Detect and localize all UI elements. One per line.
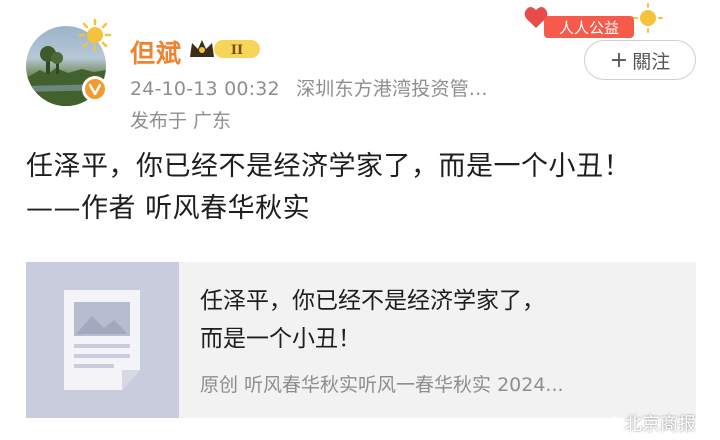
follow-label: 關注: [632, 50, 671, 73]
watermark-text: 北京商报: [624, 414, 696, 435]
watermark: 北京商报: [598, 410, 696, 436]
author-name[interactable]: 但斌: [130, 34, 182, 70]
post-text-line: 任泽平，你已经不是经济学家了，而是一个小丑！: [26, 151, 631, 182]
article-title-line: 而是一个小丑！: [200, 326, 361, 352]
charity-badge-icon: 人人公益: [524, 3, 663, 38]
article-title[interactable]: 任泽平，你已经不是经济学家了， 而是一个小丑！: [200, 282, 545, 358]
article-source: 原创 听风春华秋实听风一春华秋实 2024...: [200, 374, 564, 396]
post-location: 发布于 广东: [130, 110, 232, 132]
vip-badge-icon[interactable]: II: [188, 37, 262, 61]
document-placeholder-icon: [64, 290, 140, 390]
post-text-line: ——作者 听风春华秋实: [26, 193, 311, 224]
article-thumbnail: [26, 262, 179, 418]
post-meta: 24-10-13 00:32 深圳东方港湾投资管...: [130, 74, 488, 101]
post-body: 任泽平，你已经不是经济学家了，而是一个小丑！ ——作者 听风春华秋实: [26, 146, 631, 230]
article-title-line: 任泽平，你已经不是经济学家了，: [200, 288, 545, 314]
follow-button[interactable]: + 關注: [584, 40, 696, 80]
avatar-container[interactable]: [24, 18, 112, 108]
post-device[interactable]: 深圳东方港湾投资管...: [296, 78, 488, 100]
verified-badge-icon: [82, 76, 108, 102]
post-timestamp: 24-10-13 00:32: [130, 78, 280, 100]
weibo-icon: [598, 416, 619, 432]
article-card[interactable]: 任泽平，你已经不是经济学家了， 而是一个小丑！ 原创 听风春华秋实听风一春华秋实…: [26, 262, 696, 418]
plus-icon: +: [609, 47, 629, 73]
sun-icon: [78, 18, 112, 52]
vip-level: II: [231, 43, 243, 58]
charity-badge-text: 人人公益: [559, 19, 619, 37]
